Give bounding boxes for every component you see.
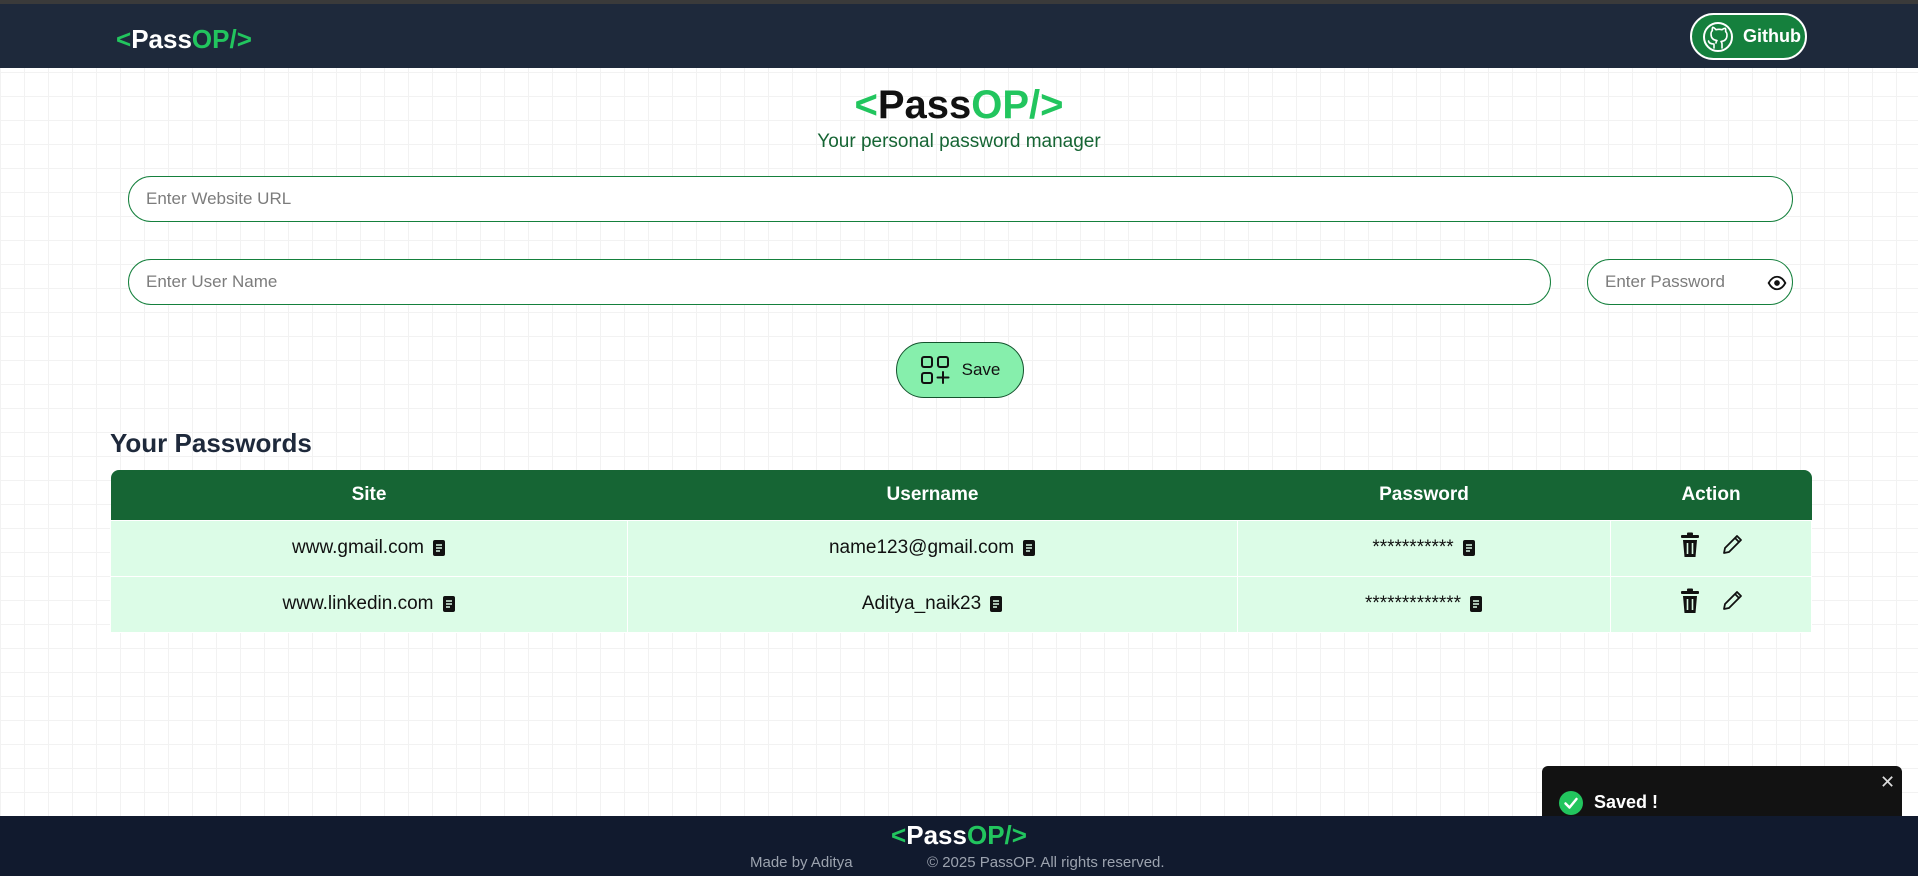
add-grid-icon [920, 356, 950, 384]
github-icon [1703, 21, 1733, 52]
username-input[interactable] [128, 259, 1551, 305]
pencil-icon[interactable] [1720, 588, 1744, 614]
column-header-username: Username [627, 470, 1238, 520]
logo-op: OP/> [971, 83, 1064, 127]
site-text[interactable]: www.linkedin.com [283, 593, 434, 615]
page-logo: <PassOP/> [0, 83, 1918, 128]
site-cell: www.linkedin.com [110, 575, 628, 633]
pencil-icon[interactable] [1720, 532, 1744, 558]
footer: <PassOP/> Made by Aditya © 2025 PassOP. … [0, 816, 1918, 876]
table-header-row: Site Username Password Action [110, 470, 1812, 520]
action-cell [1610, 519, 1812, 577]
table-row: www.linkedin.com Aditya_naik23 *********… [110, 575, 1812, 633]
site-cell: www.gmail.com [110, 519, 628, 577]
trash-icon[interactable] [1678, 588, 1702, 614]
column-header-action: Action [1610, 470, 1812, 520]
website-url-input[interactable] [128, 176, 1793, 222]
toast-message: Saved ! [1594, 792, 1659, 812]
logo-bracket: < [116, 24, 132, 54]
navbar: <PassOP/> Github [0, 4, 1918, 68]
logo-bracket: < [891, 820, 907, 850]
footer-made-by: Made by Aditya [750, 854, 853, 871]
github-button[interactable]: Github [1690, 13, 1807, 60]
trash-icon[interactable] [1678, 532, 1702, 558]
logo-op: OP/> [966, 820, 1027, 850]
action-cell [1610, 575, 1812, 633]
username-text: name123@gmail.com [828, 537, 1015, 558]
column-header-password: Password [1237, 470, 1611, 520]
username-text: Aditya_naik23 [861, 593, 982, 614]
password-input[interactable] [1587, 259, 1793, 305]
username-cell: Aditya_naik23 [627, 575, 1238, 633]
save-label: Save [961, 360, 1001, 379]
logo-pass: Pass [877, 83, 972, 127]
logo-pass: Pass [131, 24, 192, 54]
site-text[interactable]: www.gmail.com [292, 537, 424, 559]
copy-icon[interactable] [1462, 539, 1476, 557]
passwords-table: Site Username Password Action www.gmail.… [110, 470, 1812, 633]
username-cell: name123@gmail.com [627, 519, 1238, 577]
logo-op: OP/> [191, 24, 252, 54]
logo-bracket: < [854, 83, 878, 127]
copy-icon[interactable] [1022, 539, 1036, 557]
close-icon[interactable]: ✕ [1880, 772, 1895, 793]
column-header-site: Site [110, 470, 628, 520]
section-title: Your Passwords [110, 428, 312, 458]
github-label: Github [1743, 26, 1801, 46]
password-cell: ************* [1237, 575, 1611, 633]
copy-icon[interactable] [432, 539, 446, 557]
copy-icon[interactable] [989, 595, 1003, 613]
footer-logo: <PassOP/> [0, 820, 1918, 851]
copy-icon[interactable] [442, 595, 456, 613]
footer-copyright: © 2025 PassOP. All rights reserved. [927, 854, 1165, 871]
password-text: *********** [1372, 537, 1454, 558]
eye-icon[interactable] [1767, 273, 1787, 293]
save-button[interactable]: Save [896, 342, 1024, 398]
navbar-logo[interactable]: <PassOP/> [116, 24, 252, 55]
password-cell: *********** [1237, 519, 1611, 577]
copy-icon[interactable] [1469, 595, 1483, 613]
table-row: www.gmail.com name123@gmail.com ********… [110, 519, 1812, 577]
check-circle-icon [1559, 791, 1583, 815]
password-text: ************* [1364, 593, 1462, 614]
tagline: Your personal password manager [817, 131, 1101, 152]
logo-pass: Pass [906, 820, 967, 850]
